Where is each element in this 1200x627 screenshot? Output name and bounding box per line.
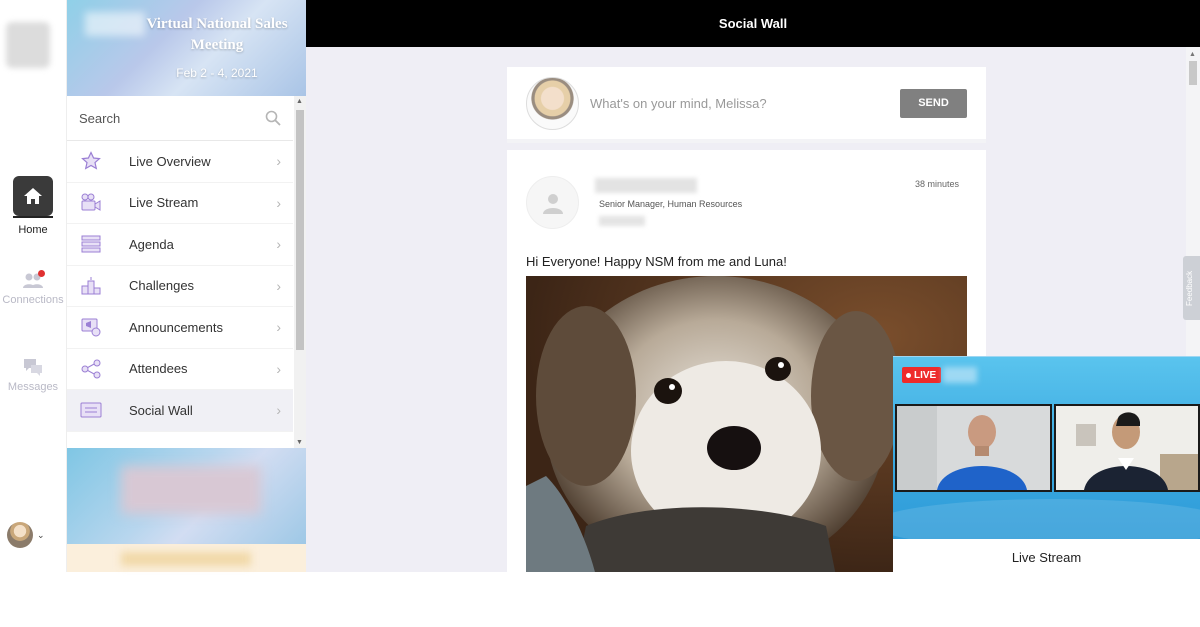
notification-dot — [38, 270, 45, 277]
banner2-content-blur — [121, 552, 251, 566]
chevron-right-icon: › — [276, 277, 281, 294]
chevron-down-icon: ⌄ — [37, 529, 45, 540]
person-placeholder-icon — [542, 193, 563, 214]
post-text: Hi Everyone! Happy NSM from me and Luna! — [526, 254, 787, 269]
menu-label: Attendees — [129, 361, 188, 377]
rail-item-messages[interactable]: Messages — [0, 357, 66, 393]
menu-item-live-overview[interactable]: Live Overview › — [67, 141, 293, 183]
live-badge: LIVE — [902, 367, 942, 383]
send-button[interactable]: SEND — [900, 88, 967, 118]
network-icon — [79, 357, 103, 381]
menu-label: Live Stream — [129, 195, 199, 211]
scroll-thumb[interactable] — [1189, 61, 1197, 85]
profile-menu[interactable]: ⌄ — [7, 522, 47, 548]
post-author-location-redacted — [599, 216, 645, 226]
chat-icon — [24, 359, 42, 376]
chevron-right-icon: › — [276, 153, 281, 170]
menu-label: Social Wall — [129, 402, 193, 418]
live-viewer-count-redacted — [943, 367, 977, 383]
chevron-right-icon: › — [276, 194, 281, 211]
post-author-role: Senior Manager, Human Resources — [599, 199, 743, 209]
podium-icon — [79, 274, 103, 298]
post-author-name-redacted[interactable] — [595, 178, 697, 193]
post-input[interactable] — [590, 95, 890, 111]
rail-label-connections: Connections — [2, 294, 64, 306]
rail-label-messages: Messages — [7, 381, 59, 393]
banner-content-blur — [121, 466, 261, 514]
scroll-up-icon[interactable]: ▲ — [1189, 51, 1196, 58]
composer-avatar — [526, 76, 579, 130]
speaker-1-video — [897, 406, 1050, 490]
search-icon[interactable] — [265, 110, 281, 126]
live-stream-pip[interactable]: LIVE Live Stream — [893, 356, 1200, 572]
chevron-right-icon: › — [276, 360, 281, 377]
post-timestamp: 38 minutes — [914, 179, 959, 189]
page-header: Social Wall — [306, 0, 1200, 47]
feedback-label: Feedback — [1185, 270, 1194, 306]
chevron-right-icon: › — [276, 402, 281, 419]
left-rail: Home Connections Messages ⌄ — [0, 0, 66, 572]
user-avatar — [7, 522, 33, 548]
menu-label: Agenda — [129, 236, 174, 252]
menu-item-agenda[interactable]: Agenda › — [67, 224, 293, 266]
chevron-right-icon: › — [276, 236, 281, 253]
home-icon — [13, 176, 53, 216]
event-header: Virtual National Sales Meeting Feb 2 - 4… — [67, 0, 306, 96]
menu-item-announcements[interactable]: Announcements › — [67, 307, 293, 349]
live-dot-icon — [906, 372, 911, 378]
secondary-banner[interactable] — [67, 544, 307, 572]
live-stream-caption: Live Stream — [1011, 550, 1082, 565]
org-logo — [6, 22, 50, 68]
rail-item-home[interactable]: Home — [0, 176, 66, 236]
video-tile-speaker-1 — [895, 404, 1052, 492]
sponsor-banner[interactable] — [67, 448, 307, 544]
page-title: Social Wall — [718, 16, 788, 31]
event-sidebar: Virtual National Sales Meeting Feb 2 - 4… — [66, 0, 307, 572]
list-icon — [79, 232, 103, 256]
live-stream-video[interactable]: LIVE — [893, 357, 1200, 539]
menu-label: Announcements — [129, 319, 223, 335]
feedback-tab[interactable]: Feedback — [1183, 256, 1200, 320]
background-wave — [893, 499, 1200, 539]
rail-label-home: Home — [18, 224, 48, 236]
chevron-right-icon: › — [276, 319, 281, 336]
menu-scrollbar[interactable]: ▲ ▼ — [294, 96, 306, 448]
menu-item-social-wall[interactable]: Social Wall › — [67, 390, 293, 432]
live-badge-label: LIVE — [914, 369, 937, 381]
star-icon — [79, 149, 103, 173]
search-input[interactable] — [79, 110, 249, 126]
menu-label: Live Overview — [129, 153, 211, 169]
event-menu: Live Overview › Live Stream › Agenda › C… — [67, 141, 293, 447]
menu-item-attendees[interactable]: Attendees › — [67, 349, 293, 390]
menu-item-challenges[interactable]: Challenges › — [67, 266, 293, 307]
post-composer: SEND — [507, 67, 986, 143]
menu-label: Challenges — [129, 278, 195, 294]
scroll-up-icon[interactable]: ▲ — [296, 98, 303, 105]
menu-item-live-stream[interactable]: Live Stream › — [67, 183, 293, 224]
app-window: Home Connections Messages ⌄ Virtual Nati… — [0, 0, 1200, 627]
scroll-thumb[interactable] — [296, 110, 304, 350]
video-camera-icon — [79, 191, 103, 215]
menu-search — [67, 96, 293, 141]
megaphone-icon — [79, 315, 103, 339]
video-tile-speaker-2 — [1054, 404, 1200, 492]
message-board-icon — [79, 398, 103, 422]
home-underline — [13, 216, 53, 218]
speaker-2-video — [1056, 406, 1198, 490]
post-author-avatar[interactable] — [526, 176, 579, 229]
scroll-down-icon[interactable]: ▼ — [296, 439, 303, 446]
event-title: Virtual National Sales Meeting — [146, 16, 288, 53]
event-dates: Feb 2 - 4, 2021 — [176, 66, 258, 80]
rail-item-connections[interactable]: Connections — [0, 270, 66, 306]
